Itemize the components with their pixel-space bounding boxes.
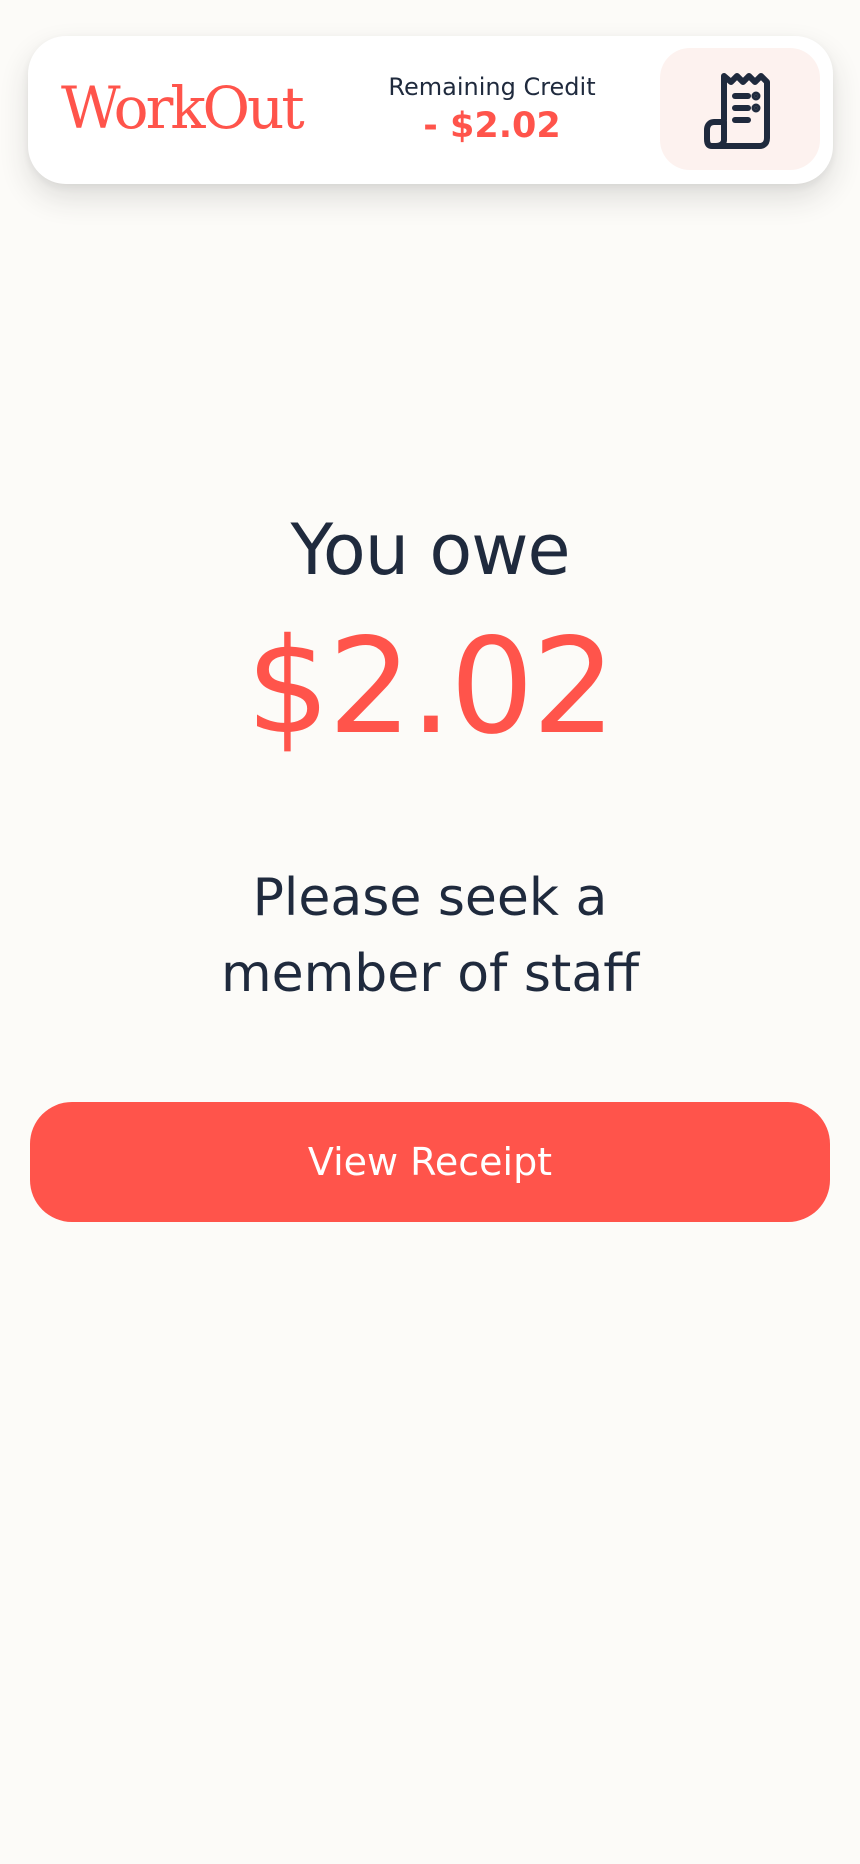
seek-staff-message: Please seek a member of staff bbox=[220, 868, 640, 1004]
view-receipt-button[interactable]: View Receipt bbox=[30, 1102, 830, 1222]
remaining-credit-value: - $2.02 bbox=[423, 106, 561, 146]
remaining-credit: Remaining Credit - $2.02 bbox=[372, 70, 612, 148]
workout-logo: WorkOut bbox=[61, 74, 305, 142]
amount-owed: $2.02 bbox=[246, 610, 616, 764]
top-bar: WorkOut Remaining Credit - $2.02 bbox=[28, 36, 833, 184]
you-owe-heading: You owe bbox=[290, 509, 570, 591]
remaining-credit-label: Remaining Credit bbox=[388, 73, 596, 101]
receipt-button[interactable] bbox=[660, 48, 820, 170]
